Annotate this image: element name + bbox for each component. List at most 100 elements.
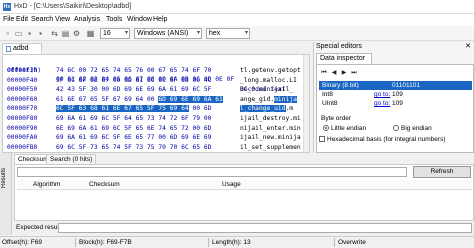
menu-view[interactable]: View (55, 16, 70, 23)
decoded-text: il_set_supplemen (240, 143, 301, 152)
divider (334, 238, 335, 247)
bytes: 69 6A 61 69 6C 5F 6E 65 77 00 6D 69 6E 6… (56, 134, 212, 142)
row-offset: 00000F80 (7, 115, 38, 122)
row-offset: 00000F30 (7, 67, 38, 74)
status-length: Length(h): 13 (212, 239, 251, 246)
bytes: 69 6A 61 69 6C 5F 64 65 73 74 72 6F 79 0… (56, 115, 212, 122)
bytes: il_set_supplemen (240, 143, 301, 151)
offset-base-select[interactable]: hex ▾ (206, 28, 250, 39)
status-offset: Offset(h): F69 (2, 239, 42, 246)
decoded-text: ange_gid.minija (240, 95, 297, 105)
bytes: 74 6C 00 72 65 74 65 76 00 67 65 74 6F 7… (56, 67, 212, 74)
close-icon[interactable]: ✕ (465, 42, 471, 50)
row-offset: 00000F90 (7, 124, 38, 132)
hex-layout-icon[interactable]: ▦ (86, 29, 95, 38)
bytes: 5F 6C 6F 6E 67 00 6D 61 6C 6C 6F 63 00 4… (56, 76, 212, 84)
chevron-down-icon: ▾ (124, 30, 128, 36)
save-all-icon[interactable]: ▪ (36, 29, 45, 38)
goto-link[interactable]: go to: (374, 90, 390, 99)
chevron-down-icon: ▾ (196, 30, 200, 36)
menu-search[interactable]: Search (31, 16, 53, 23)
title-bar: Hx HxD - [C:\Users\Saikiri\Desktop\adbd] (0, 0, 474, 14)
menu-help[interactable]: Help (153, 16, 167, 23)
decoded-text: tl.getenv.getopt (240, 66, 301, 76)
save-icon[interactable]: ▪ (25, 29, 34, 38)
decoded-text: ijail_destroy.mi (240, 114, 301, 124)
new-file-icon[interactable]: ▫ (3, 29, 12, 38)
selected-bytes: l_change_uid (240, 105, 286, 113)
tab-data-inspector[interactable]: Data inspector (316, 53, 372, 64)
expected-result-label: Expected result: (16, 224, 63, 231)
row-offset: 00000FA0 (7, 134, 38, 142)
menu-window[interactable]: Window (127, 16, 152, 23)
hex-bytes: 69 6A 61 69 6C 5F 64 65 73 74 72 6F 79 0… (56, 114, 211, 124)
panel-title: Special editors (316, 43, 362, 50)
previous-icon[interactable]: ◀ (330, 69, 338, 77)
row-offset: 00000F50 (7, 86, 38, 94)
hex-bytes: 74 61 72 79 5F 67 69 64 73 00 6D 69 6E 6… (56, 152, 211, 153)
window-icon[interactable]: ▤ (61, 29, 70, 38)
divider (208, 238, 209, 247)
data-inspector: ⏮ ◀ ▶ ⏭ Binary (8 bit) 01101101 Int8 go … (316, 64, 474, 153)
hex-header-row: Offset(h) 00 01 02 03 04 05 06 07 08 09 … (3, 56, 286, 93)
expected-result-input[interactable] (58, 223, 472, 233)
status-bar: Offset(h): F69 Block(h): F69-F7B Length(… (0, 236, 474, 248)
menu-analysis[interactable]: Analysis (74, 16, 100, 23)
column-algorithm[interactable]: Algorithm (33, 180, 60, 190)
expected-result-row: Expected result: (14, 222, 474, 234)
bytes: _long.malloc.LI (240, 76, 297, 84)
tab-search[interactable]: Search (0 hits) (46, 154, 97, 164)
little-endian-radio[interactable] (323, 125, 329, 131)
status-block: Block(h): F69-F7B (79, 239, 132, 246)
bytes: BC_0.minijail_ (240, 86, 294, 94)
options-icon[interactable]: ⚙ (72, 29, 81, 38)
row-offset: 00000F60 (7, 95, 38, 103)
column-checksum[interactable]: Checksum (89, 180, 120, 190)
results-label: Results (1, 168, 7, 189)
results-table-header: Algorithm Checksum Usage (17, 180, 472, 190)
menu-file[interactable]: File (3, 16, 14, 23)
decoded-text: nijail_enter.min (240, 124, 301, 134)
row-offset: 00000F40 (7, 76, 38, 84)
vertical-scrollbar[interactable] (303, 55, 309, 152)
bytes: ijail_new.minija (240, 134, 301, 142)
next-icon[interactable]: ▶ (340, 69, 348, 77)
compare-icon[interactable]: ⇆ (50, 29, 59, 38)
hex-bytes: 69 6A 61 69 6C 5F 6E 65 77 00 6D 69 6E 6… (56, 133, 211, 143)
results-body: Refresh Algorithm Checksum Usage (14, 164, 474, 221)
hex-bytes: 6C 5F 63 68 61 6E 67 65 5F 75 69 64 00 6… (56, 104, 211, 114)
last-icon[interactable]: ⏭ (350, 69, 358, 77)
inspector-row-uint8[interactable]: UInt8 go to: 109 (319, 99, 472, 108)
chevron-down-icon: ▾ (244, 30, 248, 36)
selected-bytes: 6C 5F 63 68 61 6E 67 65 5F 75 69 64 (56, 105, 189, 113)
bytes-per-row-select[interactable]: 16 ▾ (100, 28, 130, 39)
menu-bar: File Edit Search View Analysis Tools Win… (0, 14, 474, 26)
tab-label: adbd (13, 45, 29, 52)
hex-editor-pane[interactable]: Offset(h) 00 01 02 03 04 05 06 07 08 09 … (2, 54, 310, 153)
goto-link[interactable]: go to: (374, 99, 390, 108)
selected-bytes: 6D 69 6E 69 6A 61 (158, 95, 223, 103)
inspector-row-int8[interactable]: Int8 go to: 109 (319, 90, 472, 99)
big-endian-radio[interactable] (393, 125, 399, 131)
tab-adbd[interactable]: adbd (2, 43, 42, 54)
bytes: .m (285, 105, 294, 113)
menu-edit[interactable]: Edit (16, 16, 28, 23)
menu-tools[interactable]: Tools (106, 16, 122, 23)
bytes: ange_gid. (240, 95, 275, 103)
refresh-button[interactable]: Refresh (413, 166, 471, 178)
toolbar: ▫ ▭ ▪ ▪ ⇆ ▤ ⚙ ▦ 16 ▾ Windows (ANSI) ▾ hex ▾ (0, 26, 474, 41)
checksum-select[interactable] (17, 167, 407, 177)
inspector-row-binary[interactable]: Binary (8 bit) 01101101 (319, 81, 472, 90)
hex-basis-label: Hexadecimal basis (for integral numbers) (327, 136, 446, 143)
column-usage[interactable]: Usage (222, 180, 241, 190)
row-offset: 00000FB0 (7, 143, 38, 151)
hex-basis-checkbox[interactable] (319, 136, 325, 142)
special-editors-panel: Special editors ✕ Data inspector ⏮ ◀ ▶ ⏭… (313, 42, 474, 153)
first-icon[interactable]: ⏮ (320, 69, 328, 77)
big-endian-label: Big endian (401, 125, 432, 132)
window-title: HxD - [C:\Users\Saikiri\Desktop\adbd] (14, 3, 132, 10)
open-folder-icon[interactable]: ▭ (14, 29, 23, 38)
results-tabs: Checksum Search (0 hits) (14, 154, 474, 164)
charset-select[interactable]: Windows (ANSI) ▾ (134, 28, 202, 39)
hex-bytes: 74 6C 00 72 65 74 65 76 00 67 65 74 6F 7… (56, 66, 211, 76)
